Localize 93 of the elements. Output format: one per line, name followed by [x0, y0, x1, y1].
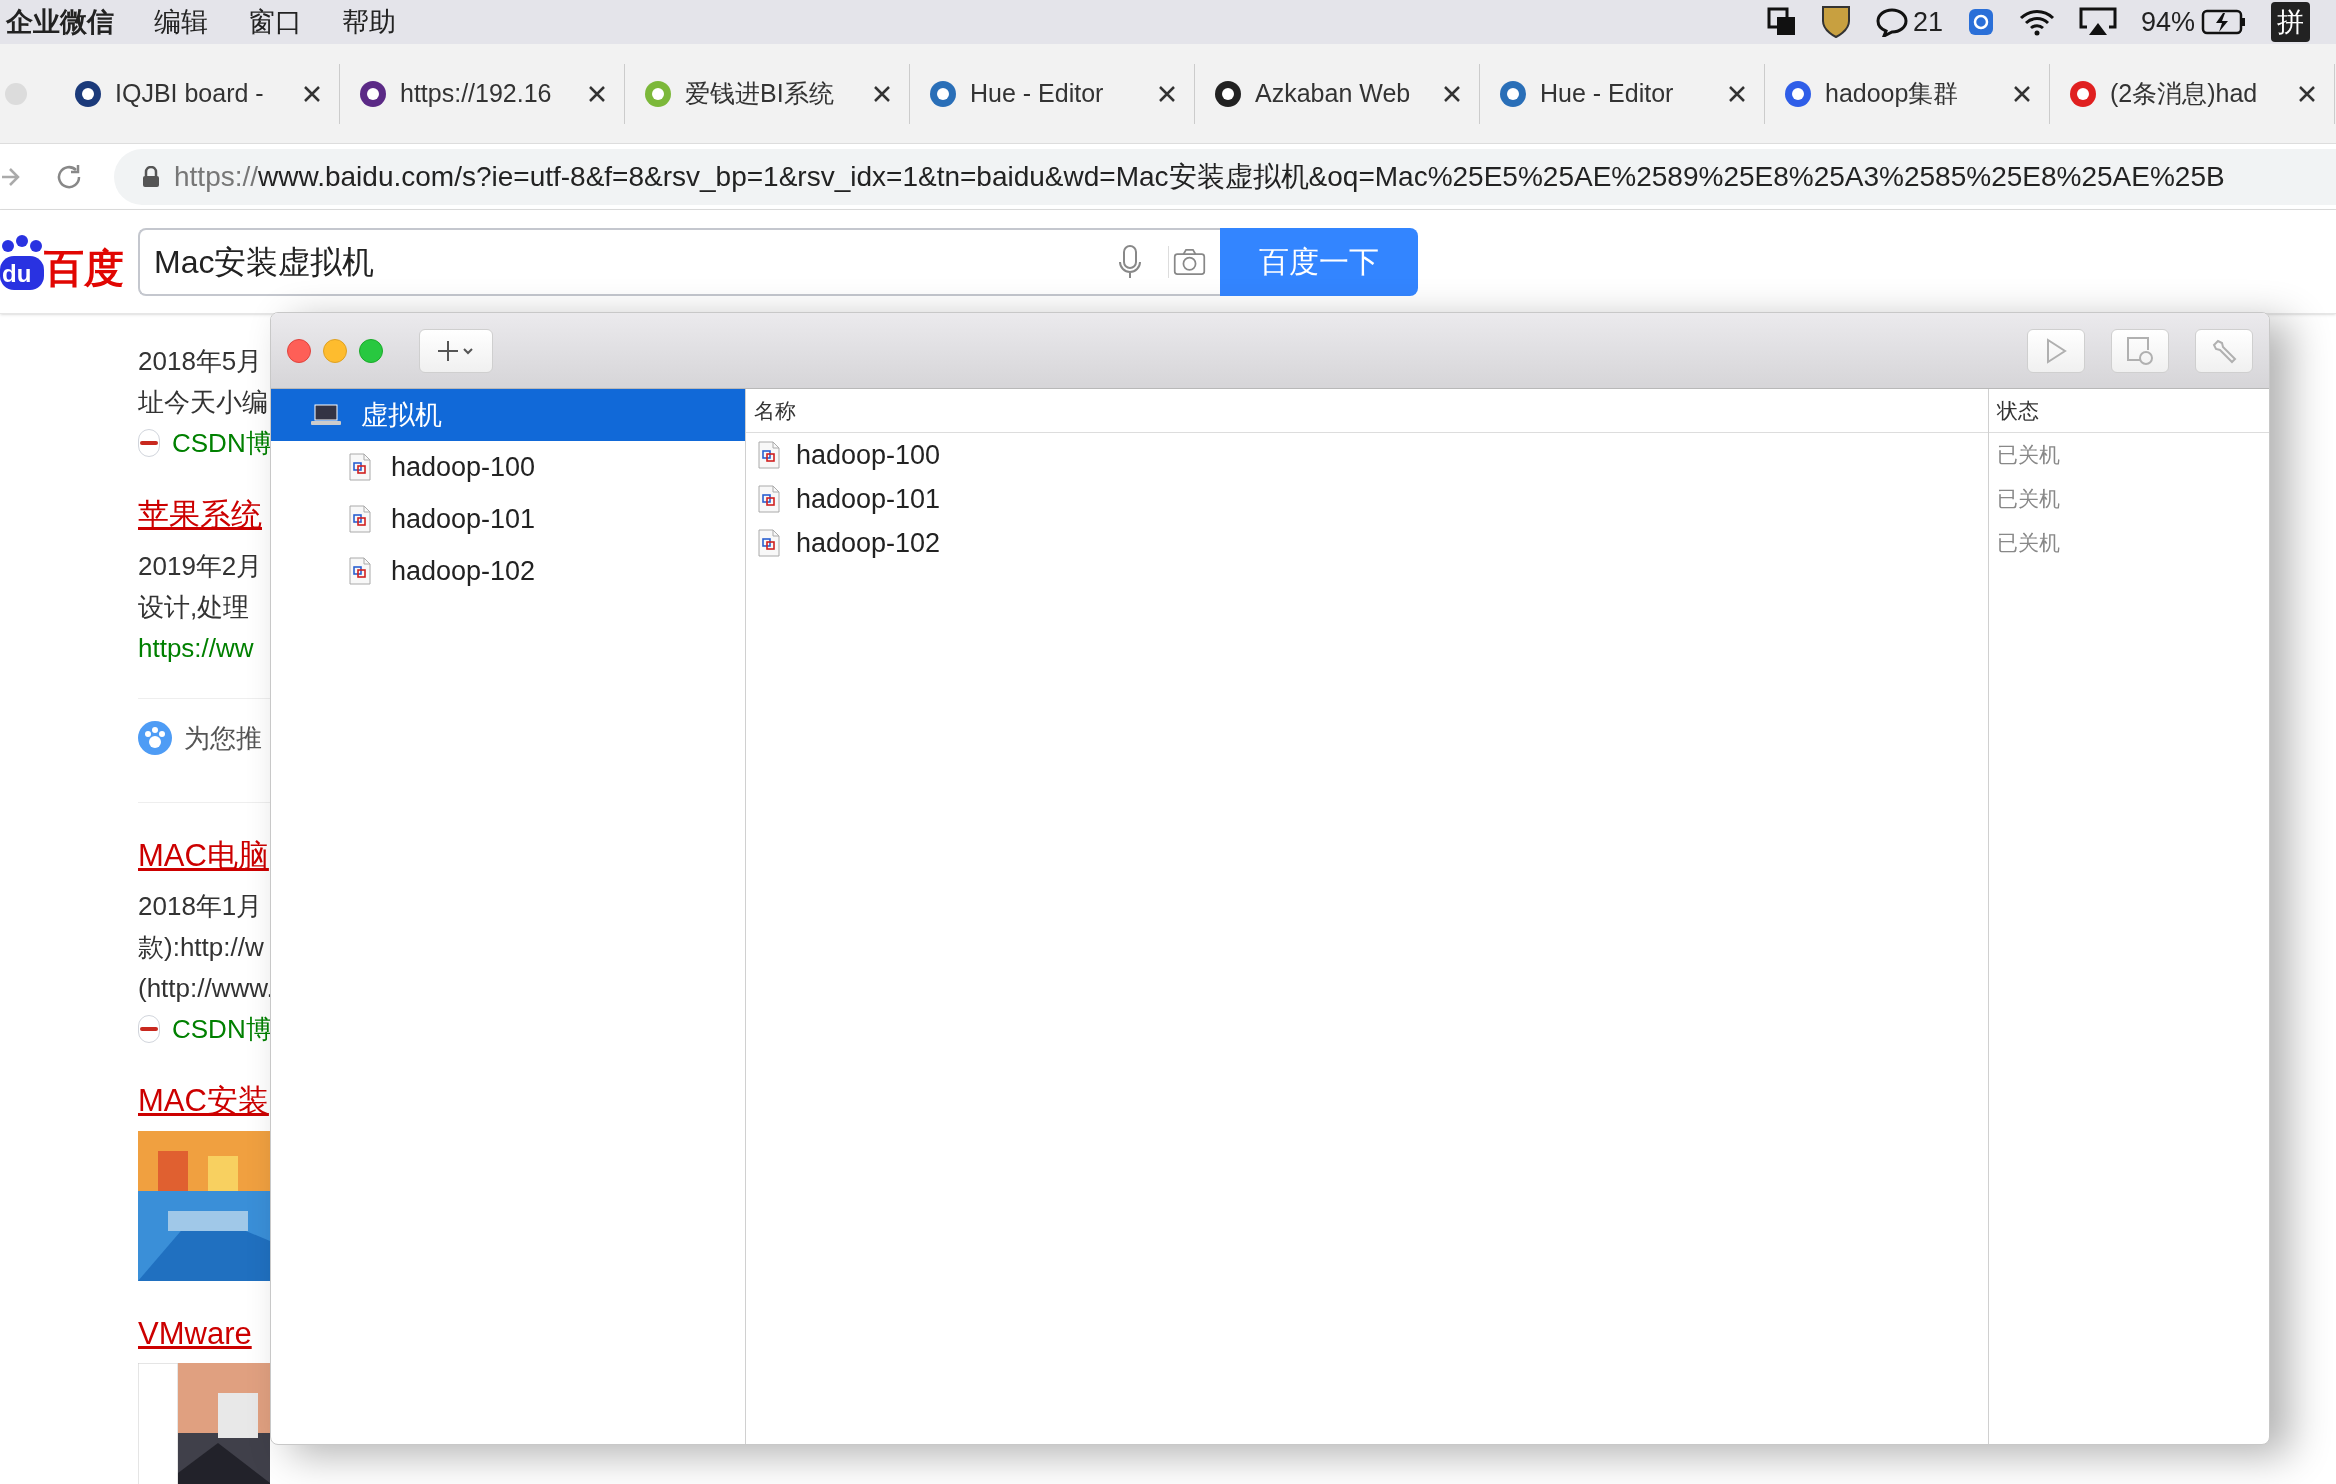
result-snippet: 2018年1月 [138, 891, 263, 921]
airplay-icon[interactable] [2078, 7, 2117, 37]
menu-app-name[interactable]: 企业微信 [6, 1, 114, 43]
add-button[interactable] [419, 328, 493, 373]
site-favicon-icon [2068, 78, 2098, 109]
tab-title: hadoop集群 [1825, 77, 1960, 109]
laptop-icon [311, 404, 341, 426]
result-title-link[interactable]: 苹果系统 [138, 497, 262, 532]
menu-item[interactable]: 帮助 [342, 1, 396, 43]
close-tab-icon[interactable] [303, 84, 321, 103]
browser-tab[interactable]: (2条消息)had [2050, 63, 2335, 124]
vm-status-cell-text: 已关机 [1997, 486, 2060, 513]
vm-file-icon [349, 557, 371, 585]
site-favicon-icon [643, 78, 673, 109]
tab-title: (2条消息)had [2110, 77, 2259, 109]
close-tab-icon[interactable] [873, 84, 891, 103]
sidebar-item[interactable]: hadoop-100 [271, 441, 745, 493]
browser-tab[interactable]: hadoop集群 [1765, 63, 2050, 124]
close-tab-icon[interactable] [1158, 84, 1176, 103]
chat-bubble-icon[interactable] [1874, 7, 1909, 37]
vm-status-cell-text: 已关机 [1997, 530, 2060, 557]
tab-title: Hue - Editor [970, 77, 1105, 109]
close-tab-icon[interactable] [1443, 84, 1461, 103]
vm-file-icon [349, 505, 371, 533]
result-url[interactable]: https://ww [138, 632, 254, 663]
tab-title: IQJBI board - [115, 77, 265, 109]
browser-tab[interactable]: https://192.16 [340, 63, 625, 124]
snapshot-icon [2126, 335, 2154, 366]
result-snippet: 2018年5月 [138, 346, 263, 376]
site-favicon-icon [358, 78, 388, 109]
search-button[interactable]: 百度一下 [1220, 227, 1418, 296]
shield-icon[interactable] [1820, 5, 1851, 39]
result-snippet: 址今天小编 [138, 387, 268, 417]
tab-title: Azkaban Web [1255, 77, 1412, 109]
result-title-link[interactable]: MAC安装 [138, 1083, 269, 1118]
browser-tab[interactable]: Azkaban Web [1195, 63, 1480, 124]
browser-tab[interactable]: Hue - Editor [1480, 63, 1765, 124]
column-header[interactable]: 名称 [754, 394, 796, 427]
vm-file-icon [758, 441, 780, 469]
app-status-icon[interactable] [1966, 7, 1995, 37]
site-favicon-icon [928, 78, 958, 109]
tab-title: 爱钱进BI系统 [685, 77, 835, 109]
site-favicon-icon [1498, 78, 1528, 109]
wifi-icon[interactable] [2018, 8, 2055, 36]
vm-file-icon [349, 453, 371, 481]
result-snippet: 设计,处理 [138, 591, 250, 622]
vm-name-cell[interactable]: hadoop-100 [796, 434, 941, 476]
close-tab-icon[interactable] [2013, 84, 2031, 103]
tab-title: https://192.16 [400, 77, 553, 109]
close-tab-icon[interactable] [2298, 84, 2316, 103]
menu-item[interactable]: 窗口 [248, 1, 302, 43]
vm-status-cell-text: 已关机 [1997, 442, 2060, 469]
paw-icon [138, 721, 172, 755]
chat-count: 21 [1912, 5, 1943, 39]
battery-charging-icon[interactable] [2201, 9, 2247, 35]
camera-icon[interactable] [1168, 245, 1206, 278]
baidu-logo[interactable]: du 百度 [0, 233, 138, 290]
close-window-icon[interactable] [287, 338, 311, 363]
recommend-text: 为您推 [184, 721, 262, 755]
column-header[interactable]: 状态 [1997, 394, 2039, 427]
vm-name-cell[interactable]: hadoop-101 [796, 478, 941, 520]
sidebar-item[interactable]: 虚拟机 [271, 389, 745, 441]
result-snippet: 2019年2月 [138, 550, 263, 581]
menu-item[interactable]: 编辑 [154, 1, 208, 43]
address-field[interactable]: https://www.baidu.com/s?ie=utf-8&f=8&rsv_bp=1&rsv_idx=1&tn=baidu&wd=Mac安装虚拟机&oq=Mac%25E5%25AE%2589%25E8%25A3%2585%25E8%25AE%25B [114, 148, 2336, 205]
vm-file-icon [758, 529, 780, 557]
result-source[interactable]: CSDN博 [172, 424, 270, 462]
result-source[interactable]: CSDN博 [172, 1010, 270, 1048]
search-field[interactable]: Mac安装虚拟机 [138, 227, 1220, 296]
vm-name-cell[interactable]: hadoop-102 [796, 522, 941, 564]
url-text: https://www.baidu.com/s?ie=utf-8&f=8&rsv_bp=1&rsv_idx=1&tn=baidu&wd=Mac安装虚拟机&oq=Mac%25E5%25AE%2589%25E8%25A3%2585%25E8%25AE%25B [174, 159, 2225, 194]
close-tab-icon[interactable] [1728, 84, 1746, 103]
browser-tab[interactable]: 爱钱进BI系统 [625, 63, 910, 124]
browser-tab[interactable]: Hue - Editor [910, 63, 1195, 124]
close-tab-icon[interactable] [588, 84, 606, 103]
battery-percent: 94% [2140, 5, 2195, 39]
input-method-indicator[interactable]: 拼 [2271, 1, 2310, 43]
result-title-link[interactable]: VMware [138, 1315, 252, 1351]
browser-tab[interactable]: IQJBI board - [55, 63, 340, 124]
site-favicon-icon [1213, 78, 1243, 109]
result-title-link[interactable]: MAC电脑 [138, 837, 269, 873]
lock-icon [142, 165, 160, 188]
play-icon [2045, 337, 2067, 364]
microphone-icon[interactable] [1118, 243, 1142, 280]
site-favicon-icon [1783, 78, 1813, 109]
vm-file-icon [758, 485, 780, 513]
sidebar-item[interactable]: hadoop-101 [271, 493, 745, 545]
window-switch-icon[interactable] [1766, 7, 1797, 37]
site-favicon-icon [73, 78, 103, 109]
tab-title: Hue - Editor [1540, 77, 1675, 109]
add-menu-icon [436, 338, 476, 363]
sidebar-item[interactable]: hadoop-102 [271, 545, 745, 597]
result-snippet: 款):http://w [138, 932, 264, 962]
